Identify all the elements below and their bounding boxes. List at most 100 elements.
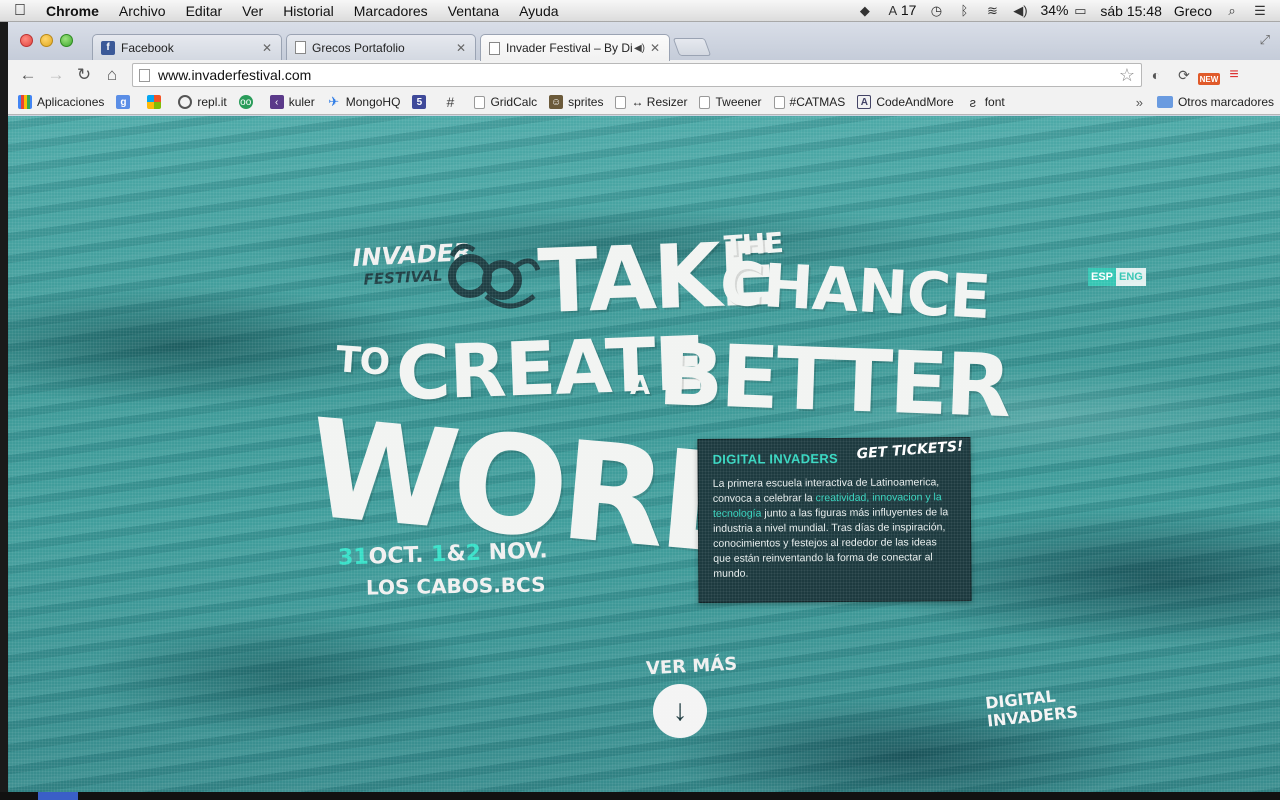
menu-ver[interactable]: Ver bbox=[232, 0, 273, 22]
kuler-icon: ‹ bbox=[269, 95, 284, 109]
time-machine-icon[interactable]: ◷ bbox=[928, 3, 944, 19]
menu-app-chrome[interactable]: Chrome bbox=[40, 0, 109, 22]
bookmark-resizer[interactable]: ↔ Resizer bbox=[609, 92, 693, 112]
window-close-button[interactable] bbox=[20, 34, 33, 47]
bookmark-catmas[interactable]: #CATMAS bbox=[768, 92, 852, 112]
tab-invader-festival[interactable]: Invader Festival – By Di ◀) ✕ bbox=[480, 34, 670, 61]
headline-better: BETTER bbox=[656, 324, 1011, 438]
adobe-count: 17 bbox=[900, 2, 917, 19]
bookmark-tripadvisor[interactable]: oo bbox=[233, 92, 264, 112]
card-body: La primera escuela interactiva de Latino… bbox=[713, 475, 957, 582]
menu-marcadores[interactable]: Marcadores bbox=[344, 0, 438, 22]
bookmark-otros-marcadores[interactable]: Otros marcadores bbox=[1151, 92, 1280, 112]
clock[interactable]: sáb 15:48 bbox=[1100, 3, 1162, 19]
tab-grecos-portafolio[interactable]: Grecos Portafolio ✕ bbox=[286, 34, 476, 60]
hash-icon: # bbox=[446, 94, 455, 110]
reload-button[interactable]: ↻ bbox=[70, 63, 98, 87]
digital-invaders-logo[interactable]: DIGITAL INVADERS bbox=[984, 685, 1078, 730]
date-month-2: NOV. bbox=[488, 538, 549, 566]
tripadvisor-icon: oo bbox=[238, 95, 253, 109]
user-name[interactable]: Greco bbox=[1174, 3, 1212, 19]
notification-center-icon[interactable]: ☰ bbox=[1252, 3, 1268, 19]
menu-editar[interactable]: Editar bbox=[176, 0, 233, 22]
bookmark-font[interactable]: ƨ font bbox=[960, 92, 1011, 112]
spotlight-search-icon[interactable]: ⌕ bbox=[1224, 3, 1240, 19]
bluetooth-icon[interactable]: ᛒ bbox=[956, 3, 972, 19]
tab-close-icon[interactable]: ✕ bbox=[649, 41, 661, 55]
bookmark-label: Otros marcadores bbox=[1177, 95, 1274, 109]
extension-new-icon[interactable]: NEW bbox=[1198, 73, 1220, 85]
tab-title: Grecos Portafolio bbox=[312, 40, 405, 55]
bookmark-gridcalc[interactable]: GridCalc bbox=[468, 92, 543, 112]
tab-title: Facebook bbox=[121, 40, 174, 55]
lang-esp-button[interactable]: ESP bbox=[1088, 268, 1117, 286]
menu-historial[interactable]: Historial bbox=[273, 0, 344, 22]
new-tab-button[interactable] bbox=[672, 38, 712, 56]
volume-icon[interactable]: ◀) bbox=[1012, 3, 1028, 19]
dock-item bbox=[38, 792, 78, 800]
html5-icon: 5 bbox=[412, 95, 427, 109]
adobe-status[interactable]: A 17 bbox=[885, 2, 917, 19]
apple-menu-icon[interactable]:  bbox=[0, 2, 40, 20]
menu-ayuda[interactable]: Ayuda bbox=[509, 0, 568, 22]
url-text[interactable]: www.invaderfestival.com bbox=[158, 67, 1119, 83]
bookmark-html5[interactable]: 5 bbox=[406, 92, 437, 112]
bookmark-label: #CATMAS bbox=[789, 95, 846, 109]
bookmark-sprites[interactable]: ☺ sprites bbox=[543, 92, 609, 112]
bookmark-label: CodeAndMore bbox=[876, 95, 954, 109]
info-card: DIGITAL INVADERS GET TICKETS! La primera… bbox=[697, 437, 972, 603]
bookmark-label: GridCalc bbox=[490, 95, 538, 109]
tab-close-icon[interactable]: ✕ bbox=[455, 41, 467, 55]
mongohq-icon: ✈ bbox=[328, 94, 340, 109]
tab-close-icon[interactable]: ✕ bbox=[261, 41, 273, 55]
address-bar[interactable]: www.invaderfestival.com ☆ bbox=[132, 63, 1142, 87]
battery-status[interactable]: 34% ▭ bbox=[1040, 2, 1088, 19]
page-icon bbox=[699, 95, 711, 109]
bookmark-label: MongoHQ bbox=[345, 95, 401, 109]
date-day-1: 31 bbox=[337, 544, 370, 571]
sprites-icon: ☺ bbox=[549, 95, 564, 109]
page-icon bbox=[773, 95, 785, 109]
extension-sync-icon[interactable]: ⟳ bbox=[1170, 63, 1198, 87]
wifi-icon[interactable]: ≋ bbox=[984, 3, 1000, 19]
home-button[interactable]: ⌂ bbox=[98, 63, 126, 87]
extension-ghostery-icon[interactable]: ◐ bbox=[1142, 63, 1170, 87]
bookmark-aplicaciones[interactable]: Aplicaciones bbox=[12, 92, 110, 112]
ver-mas-label[interactable]: VER MÁS bbox=[646, 654, 738, 680]
tab-facebook[interactable]: f Facebook ✕ bbox=[92, 34, 282, 60]
google-icon: g bbox=[116, 95, 131, 109]
bookmark-mongohq[interactable]: ✈ MongoHQ bbox=[321, 92, 407, 112]
chrome-menu-icon[interactable]: ≡ bbox=[1220, 63, 1248, 87]
bookmark-codeandmore[interactable]: A CodeAndMore bbox=[851, 92, 959, 112]
lang-eng-button[interactable]: ENG bbox=[1116, 268, 1146, 286]
apps-grid-icon bbox=[18, 95, 32, 109]
arrow-down-icon: ↓ bbox=[672, 694, 688, 727]
fullscreen-icon[interactable]: ⤢ bbox=[1260, 32, 1270, 48]
replit-icon bbox=[178, 95, 193, 109]
page-icon bbox=[615, 95, 627, 109]
tab-strip: f Facebook ✕ Grecos Portafolio ✕ Invader… bbox=[8, 22, 1280, 61]
bookmark-google[interactable]: g bbox=[110, 92, 141, 112]
back-button[interactable]: ← bbox=[14, 63, 42, 87]
page-icon bbox=[489, 41, 500, 55]
page-icon bbox=[474, 95, 486, 109]
page-icon bbox=[295, 41, 306, 54]
bookmarks-overflow-chevron[interactable]: » bbox=[1128, 92, 1151, 112]
dropbox-icon[interactable]: ◆ bbox=[857, 3, 873, 19]
forward-button[interactable]: → bbox=[42, 63, 70, 87]
bookmark-tweener[interactable]: Tweener bbox=[693, 92, 767, 112]
bookmark-kuler[interactable]: ‹ kuler bbox=[264, 92, 321, 112]
window-maximize-button[interactable] bbox=[60, 34, 73, 47]
scroll-down-button[interactable]: ↓ bbox=[653, 684, 707, 738]
facebook-icon: f bbox=[101, 40, 115, 55]
bookmark-hash[interactable]: # bbox=[437, 92, 468, 112]
bookmark-microsoft[interactable] bbox=[141, 92, 172, 112]
bookmarks-bar: Aplicaciones g repl.it oo ‹ kuler ✈ MongoH… bbox=[8, 90, 1280, 115]
browser-toolbar: ← → ↻ ⌂ www.invaderfestival.com ☆ ◐ ⟳ NE… bbox=[8, 60, 1280, 90]
bookmark-replit[interactable]: repl.it bbox=[172, 92, 232, 112]
headline-to: TO bbox=[334, 339, 391, 384]
menu-archivo[interactable]: Archivo bbox=[109, 0, 176, 22]
bookmark-star-icon[interactable]: ☆ bbox=[1119, 65, 1135, 86]
menu-ventana[interactable]: Ventana bbox=[438, 0, 509, 22]
window-minimize-button[interactable] bbox=[40, 34, 53, 47]
